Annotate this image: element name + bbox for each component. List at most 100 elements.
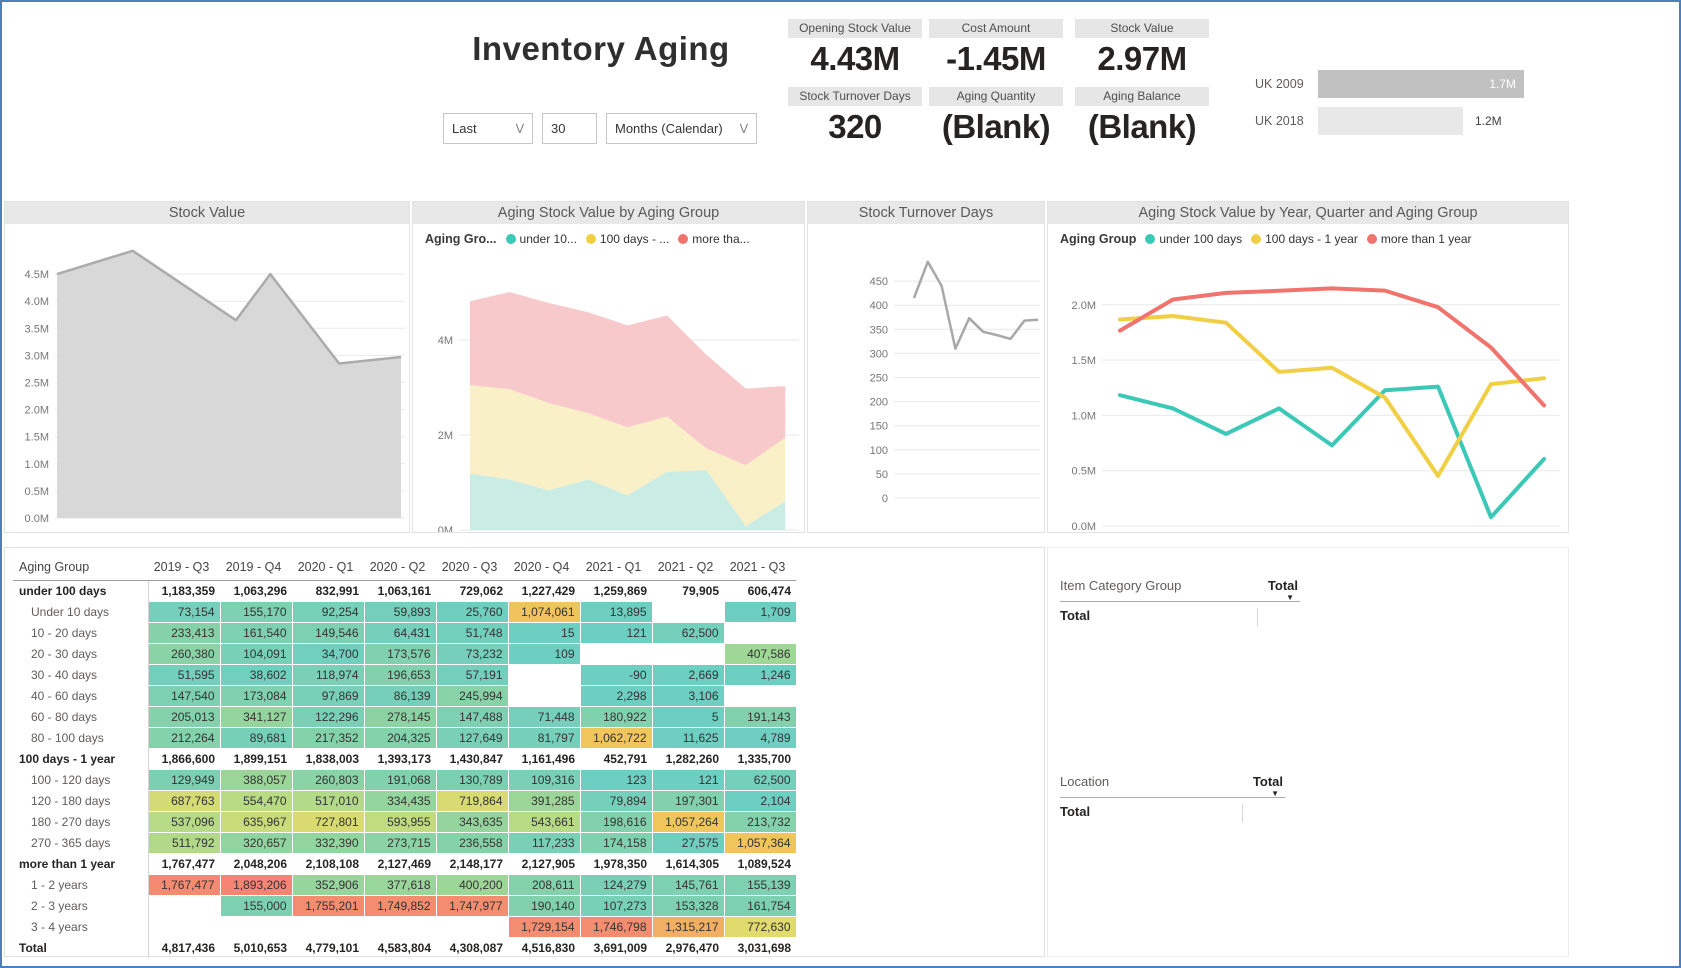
slicer-granularity-dropdown[interactable]: Months (Calendar) ⋁ [606, 113, 757, 144]
matrix-cell[interactable]: 1,755,201 [292, 896, 364, 917]
matrix-cell[interactable]: 236,558 [436, 833, 508, 854]
matrix-cell[interactable]: 104,091 [220, 644, 292, 665]
legend-item[interactable]: 100 days - ... [586, 232, 669, 246]
matrix-cell[interactable]: 25,760 [436, 602, 508, 623]
matrix-cell[interactable]: 173,084 [220, 686, 292, 707]
matrix-cell[interactable]: 1,227,429 [508, 581, 580, 602]
matrix-cell[interactable]: 2,104 [724, 791, 796, 812]
matrix-cell[interactable]: 334,435 [364, 791, 436, 812]
matrix-cell[interactable]: 149,546 [292, 623, 364, 644]
matrix-cell[interactable]: 196,653 [364, 665, 436, 686]
matrix-cell[interactable]: 2,298 [580, 686, 652, 707]
matrix-row-label[interactable]: 1 - 2 years [13, 875, 148, 896]
matrix-cell[interactable] [652, 644, 724, 665]
matrix-cell[interactable]: 5 [652, 707, 724, 728]
table-row[interactable]: Total [1060, 798, 1285, 822]
matrix-cell[interactable]: 537,096 [148, 812, 220, 833]
matrix-cell[interactable] [580, 644, 652, 665]
matrix-cell[interactable]: 687,763 [148, 791, 220, 812]
matrix-cell[interactable]: 130,789 [436, 770, 508, 791]
bar-uk-2009[interactable]: 1.7M [1318, 70, 1524, 98]
slicer-operator-dropdown[interactable]: Last ⋁ [443, 113, 533, 144]
matrix-cell[interactable]: 543,661 [508, 812, 580, 833]
matrix-cell[interactable]: 124,279 [580, 875, 652, 896]
matrix-cell[interactable]: 407,586 [724, 644, 796, 665]
matrix-cell[interactable]: 3,106 [652, 686, 724, 707]
matrix-cell[interactable]: 1,866,600 [148, 749, 220, 770]
matrix-cell[interactable]: 511,792 [148, 833, 220, 854]
matrix-cell[interactable] [148, 896, 220, 917]
matrix-cell[interactable]: 62,500 [724, 770, 796, 791]
matrix-column-header[interactable]: 2021 - Q1 [580, 554, 652, 581]
matrix-cell[interactable]: 1,057,364 [724, 833, 796, 854]
matrix-cell[interactable] [652, 602, 724, 623]
matrix-cell[interactable]: 772,630 [724, 917, 796, 938]
matrix-cell[interactable]: 341,127 [220, 707, 292, 728]
matrix-cell[interactable]: 34,700 [292, 644, 364, 665]
matrix-cell[interactable]: 635,967 [220, 812, 292, 833]
legend-item[interactable]: more tha... [678, 232, 749, 246]
matrix-cell[interactable]: 1,259,869 [580, 581, 652, 602]
matrix-cell[interactable]: 57,191 [436, 665, 508, 686]
matrix-cell[interactable]: 5,010,653 [220, 938, 292, 959]
matrix-cell[interactable]: 92,254 [292, 602, 364, 623]
matrix-cell[interactable]: 155,000 [220, 896, 292, 917]
matrix-cell[interactable]: 278,145 [364, 707, 436, 728]
matrix-cell[interactable]: 11,625 [652, 728, 724, 749]
matrix-cell[interactable]: 377,618 [364, 875, 436, 896]
matrix-row-label[interactable]: under 100 days [13, 581, 148, 602]
matrix-cell[interactable]: 233,413 [148, 623, 220, 644]
matrix-cell[interactable]: 121 [580, 623, 652, 644]
matrix-cell[interactable]: 1,246 [724, 665, 796, 686]
matrix-cell[interactable] [436, 917, 508, 938]
legend-item[interactable]: under 10... [506, 232, 577, 246]
matrix-cell[interactable]: 161,540 [220, 623, 292, 644]
matrix-cell[interactable]: 71,448 [508, 707, 580, 728]
matrix-row-label[interactable]: 180 - 270 days [13, 812, 148, 833]
matrix-cell[interactable]: 1,315,217 [652, 917, 724, 938]
table-row[interactable]: Total [1060, 602, 1300, 626]
total-column-header[interactable]: Total ▼ [1253, 774, 1285, 789]
matrix-cell[interactable]: 4,516,830 [508, 938, 580, 959]
matrix-cell[interactable]: 205,013 [148, 707, 220, 728]
legend-item[interactable]: under 100 days [1145, 232, 1242, 246]
matrix-cell[interactable]: 4,789 [724, 728, 796, 749]
matrix-cell[interactable]: 4,779,101 [292, 938, 364, 959]
matrix-row-label[interactable]: 100 days - 1 year [13, 749, 148, 770]
matrix-cell[interactable]: 197,301 [652, 791, 724, 812]
matrix-cell[interactable]: 593,955 [364, 812, 436, 833]
matrix-cell[interactable]: 73,154 [148, 602, 220, 623]
matrix-cell[interactable]: 1,062,722 [580, 728, 652, 749]
matrix-cell[interactable]: 2,976,470 [652, 938, 724, 959]
matrix-cell[interactable]: 51,595 [148, 665, 220, 686]
matrix-cell[interactable]: 606,474 [724, 581, 796, 602]
matrix-cell[interactable] [724, 623, 796, 644]
matrix-cell[interactable]: 1,063,161 [364, 581, 436, 602]
matrix-row-label[interactable]: Total [13, 938, 148, 959]
matrix-cell[interactable]: 1,057,264 [652, 812, 724, 833]
matrix-cell[interactable]: 729,062 [436, 581, 508, 602]
matrix-cell[interactable]: 260,803 [292, 770, 364, 791]
matrix-cell[interactable]: 153,328 [652, 896, 724, 917]
matrix-cell[interactable]: 204,325 [364, 728, 436, 749]
matrix-cell[interactable]: 1,899,151 [220, 749, 292, 770]
matrix-cell[interactable]: 2,669 [652, 665, 724, 686]
matrix-column-header[interactable]: 2020 - Q2 [364, 554, 436, 581]
matrix-cell[interactable]: 517,010 [292, 791, 364, 812]
matrix-cell[interactable]: 121 [652, 770, 724, 791]
matrix-cell[interactable]: 1,729,154 [508, 917, 580, 938]
total-column-header[interactable]: Total ▼ [1268, 578, 1300, 593]
matrix-cell[interactable]: 155,170 [220, 602, 292, 623]
matrix-row-label[interactable]: 120 - 180 days [13, 791, 148, 812]
matrix-cell[interactable]: 51,748 [436, 623, 508, 644]
matrix-row-label[interactable]: 40 - 60 days [13, 686, 148, 707]
matrix-cell[interactable]: 147,540 [148, 686, 220, 707]
legend-item[interactable]: more than 1 year [1367, 232, 1472, 246]
matrix-row-label[interactable]: 20 - 30 days [13, 644, 148, 665]
matrix-cell[interactable]: 89,681 [220, 728, 292, 749]
matrix-cell[interactable]: 38,602 [220, 665, 292, 686]
matrix-cell[interactable]: 180,922 [580, 707, 652, 728]
matrix-cell[interactable]: 208,611 [508, 875, 580, 896]
matrix-row-label[interactable]: 270 - 365 days [13, 833, 148, 854]
matrix-cell[interactable]: 391,285 [508, 791, 580, 812]
